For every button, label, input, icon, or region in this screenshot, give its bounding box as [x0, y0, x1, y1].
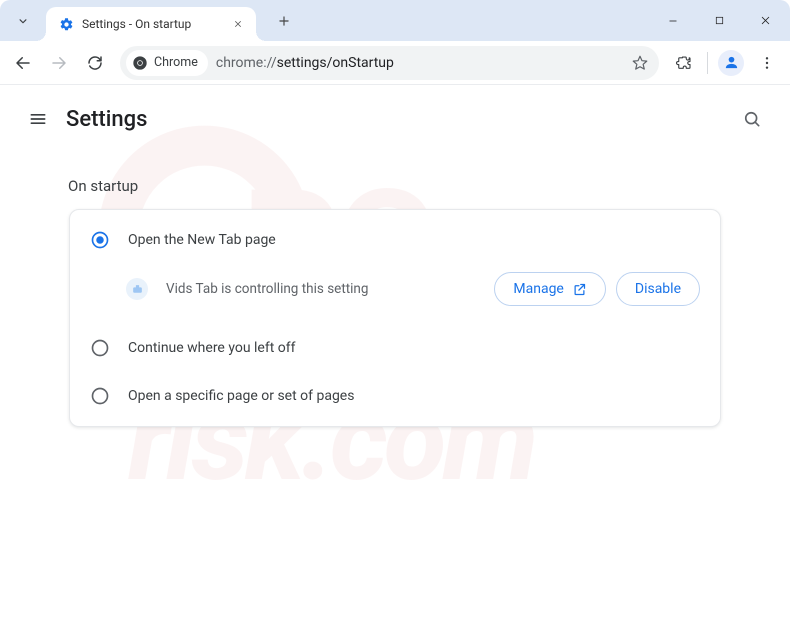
- address-bar[interactable]: Chrome chrome://settings/onStartup: [120, 46, 659, 80]
- site-chip[interactable]: Chrome: [126, 50, 208, 76]
- radio-selected-icon: [90, 230, 110, 250]
- search-icon: [742, 109, 762, 129]
- close-icon: [233, 19, 243, 29]
- tab-search-dropdown[interactable]: [6, 4, 40, 38]
- settings-appbar: Settings: [0, 85, 790, 149]
- settings-page: Settings On startup Open the New Tab pag…: [0, 85, 790, 427]
- divider: [707, 52, 708, 74]
- option-label: Open the New Tab page: [128, 232, 276, 248]
- manage-button[interactable]: Manage: [494, 272, 605, 306]
- profile-button[interactable]: [718, 50, 744, 76]
- puzzle-icon: [675, 54, 693, 72]
- disable-label: Disable: [635, 281, 681, 297]
- option-label: Open a specific page or set of pages: [128, 388, 354, 404]
- settings-search-button[interactable]: [734, 101, 770, 137]
- window-close-button[interactable]: [742, 4, 788, 38]
- page-title: Settings: [66, 107, 734, 132]
- chevron-down-icon: [16, 14, 30, 28]
- minimize-icon: [667, 15, 679, 27]
- window-maximize-button[interactable]: [696, 4, 742, 38]
- option-label: Continue where you left off: [128, 340, 296, 356]
- chrome-menu-button[interactable]: [750, 46, 784, 80]
- option-continue[interactable]: Continue where you left off: [70, 324, 720, 372]
- radio-unselected-icon: [90, 338, 110, 358]
- settings-menu-button[interactable]: [26, 107, 50, 131]
- browser-tab-active[interactable]: Settings - On startup: [46, 7, 256, 41]
- open-external-icon: [572, 282, 587, 297]
- hamburger-icon: [28, 109, 48, 129]
- window-minimize-button[interactable]: [650, 4, 696, 38]
- arrow-right-icon: [50, 54, 68, 72]
- manage-label: Manage: [513, 281, 563, 297]
- close-icon: [759, 14, 772, 27]
- new-tab-button[interactable]: [270, 7, 298, 35]
- nav-reload-button[interactable]: [78, 46, 112, 80]
- tab-title: Settings - On startup: [82, 17, 230, 31]
- person-icon: [723, 54, 740, 71]
- extensions-button[interactable]: [667, 46, 701, 80]
- tab-close-button[interactable]: [230, 16, 246, 32]
- extension-control-row: Vids Tab is controlling this setting Man…: [70, 264, 720, 324]
- chrome-icon: [132, 55, 148, 71]
- section-title: On startup: [0, 149, 790, 209]
- window-titlebar: Settings - On startup: [0, 0, 790, 41]
- radio-unselected-icon: [90, 386, 110, 406]
- settings-gear-icon: [58, 16, 74, 32]
- option-open-new-tab[interactable]: Open the New Tab page: [70, 216, 720, 264]
- maximize-icon: [714, 15, 725, 26]
- nav-forward-button[interactable]: [42, 46, 76, 80]
- disable-button[interactable]: Disable: [616, 272, 700, 306]
- on-startup-card: Open the New Tab page Vids Tab is contro…: [69, 209, 721, 427]
- nav-back-button[interactable]: [6, 46, 40, 80]
- extension-icon: [126, 278, 148, 300]
- url-text: chrome://settings/onStartup: [216, 55, 394, 71]
- star-icon: [631, 54, 649, 72]
- arrow-left-icon: [14, 54, 32, 72]
- reload-icon: [86, 54, 104, 72]
- browser-toolbar: Chrome chrome://settings/onStartup: [0, 41, 790, 85]
- kebab-icon: [759, 55, 775, 71]
- plus-icon: [277, 14, 291, 28]
- extension-control-label: Vids Tab is controlling this setting: [166, 281, 368, 297]
- site-chip-label: Chrome: [154, 55, 198, 70]
- option-specific-pages[interactable]: Open a specific page or set of pages: [70, 372, 720, 420]
- bookmark-button[interactable]: [631, 54, 649, 72]
